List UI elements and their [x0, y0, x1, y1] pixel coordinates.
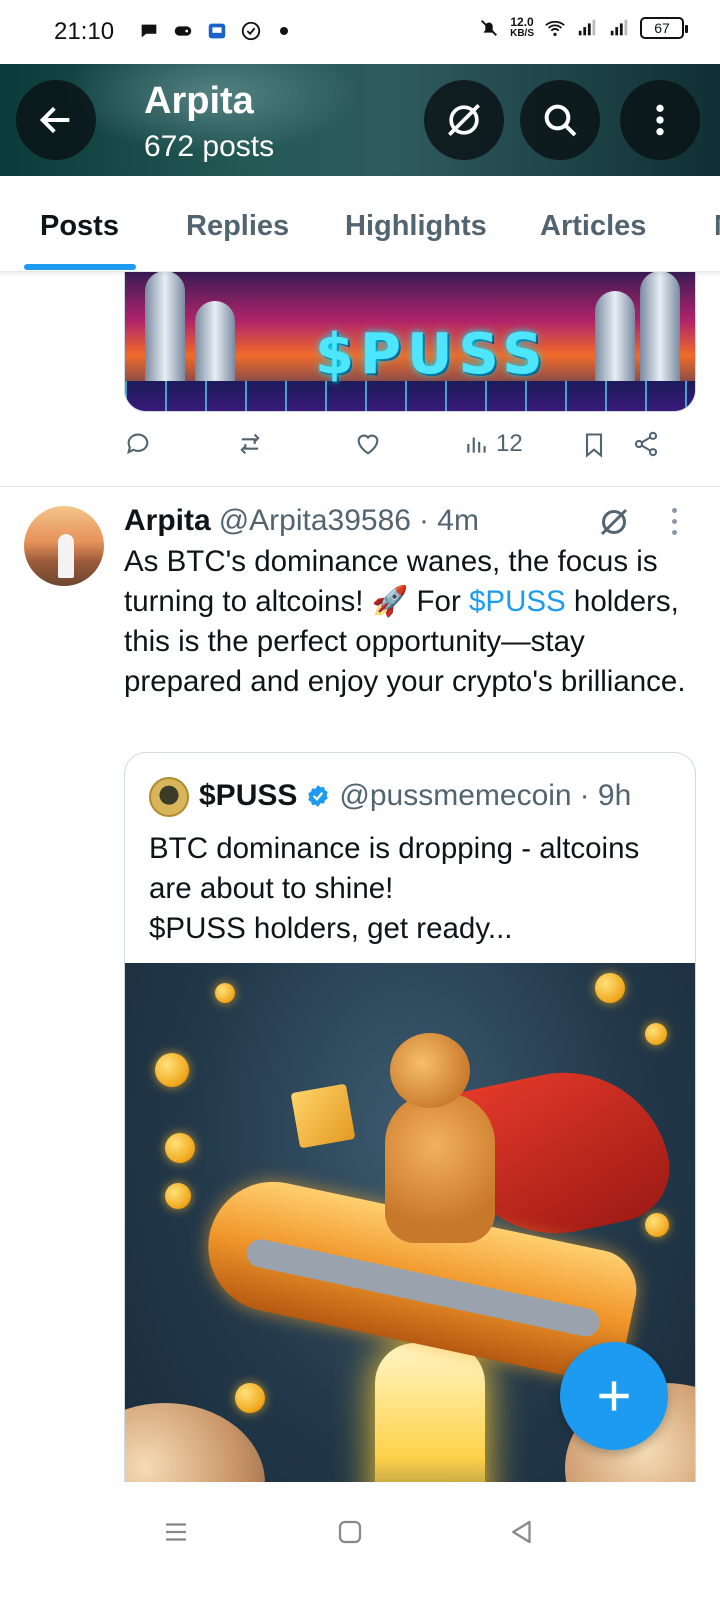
spaceship-band [244, 1236, 602, 1339]
mute-icon [481, 20, 498, 36]
post-text: As BTC's dominance wanes, the focus is t… [124, 542, 694, 702]
coin [595, 973, 625, 1003]
more-dot [672, 530, 677, 535]
coin [165, 1133, 195, 1163]
reply-icon [127, 433, 149, 455]
search-button[interactable] [520, 80, 600, 160]
post-time: · 4m [418, 504, 479, 537]
game-controller-icon [174, 26, 192, 36]
quote-header: $PUSS @pussmemecoin · 9h [199, 779, 631, 813]
views-icon [467, 437, 486, 453]
more-vertical-icon [656, 104, 664, 136]
chat-bubble-icon [141, 24, 157, 38]
previous-post-image[interactable]: $PUSS [124, 272, 696, 412]
status-time: 21:10 [54, 18, 115, 45]
post-count: 672 posts [144, 130, 275, 163]
tab-posts[interactable]: Posts [40, 210, 119, 243]
repost-button[interactable] [234, 430, 266, 458]
network-speed: 12.0 KB/S [510, 16, 534, 40]
like-button[interactable] [354, 430, 382, 458]
heart-icon [357, 434, 379, 455]
cashtag-link[interactable]: $PUSS [469, 585, 566, 618]
menu-icon [166, 1523, 186, 1541]
active-tab-indicator [24, 264, 136, 270]
menu-button[interactable] [156, 1512, 196, 1552]
views-button[interactable]: 12 [464, 430, 523, 458]
post-divider [0, 486, 720, 487]
author-name[interactable]: Arpita [124, 504, 211, 538]
network-speed-value: 12.0 [510, 15, 534, 29]
quote-time: · 9h [579, 779, 632, 812]
share-button[interactable] [632, 430, 660, 458]
profile-name: Arpita [144, 80, 254, 122]
profile-header: Arpita 672 posts [0, 64, 720, 176]
previous-post-actions: 12 [124, 420, 696, 480]
status-right-icons: 12.0 KB/S 67 [478, 16, 688, 40]
more-dot [672, 508, 677, 513]
quote-author-handle: @pussmemecoin [339, 779, 572, 812]
coin [645, 1023, 667, 1045]
avatar-figure [58, 534, 74, 578]
coin [215, 983, 235, 1003]
quote-author-name: $PUSS [199, 779, 298, 812]
grok-icon [448, 104, 480, 136]
grok-post-button[interactable] [596, 504, 632, 545]
more-dot [672, 519, 677, 524]
author-handle[interactable]: @Arpita39586 [219, 504, 411, 538]
cat-head [390, 1033, 470, 1108]
coin [155, 1053, 189, 1087]
system-nav-bar [0, 1482, 720, 1612]
home-square-icon [338, 1520, 362, 1544]
plus-icon [599, 1381, 629, 1411]
back-nav-button[interactable] [502, 1512, 542, 1552]
post-more-button[interactable] [672, 508, 677, 535]
more-button[interactable] [620, 80, 700, 160]
repost-icon [240, 433, 260, 455]
tab-replies[interactable]: Replies [186, 210, 289, 243]
back-triangle-icon [512, 1520, 531, 1544]
bookmark-icon [585, 433, 603, 458]
reply-button[interactable] [124, 430, 152, 458]
share-icon [634, 431, 658, 457]
views-count: 12 [496, 430, 523, 457]
status-left-icons [138, 20, 288, 42]
check-circle-icon [241, 21, 261, 41]
coin [645, 1213, 669, 1237]
quote-text-line1: BTC dominance is dropping - altcoins are… [149, 832, 640, 905]
profile-tabs: Posts Replies Highlights Articles M [0, 176, 720, 272]
signal-icon [610, 19, 628, 36]
coin [165, 1183, 191, 1209]
signal-icon [578, 19, 596, 36]
previous-post-image-text: $PUSS [315, 322, 549, 387]
home-button[interactable] [330, 1512, 370, 1552]
verified-badge-icon [308, 785, 329, 807]
app-badge-icon [208, 23, 226, 39]
search-icon [544, 104, 577, 137]
battery-icon: 67 [640, 17, 688, 39]
wifi-icon [545, 20, 565, 37]
quote-text: BTC dominance is dropping - altcoins are… [149, 829, 679, 949]
network-speed-unit: KB/S [510, 28, 534, 39]
status-bar: 21:10 12.0 KB/S 67 [0, 0, 720, 64]
grok-icon [600, 508, 628, 536]
tab-media[interactable]: M [714, 210, 720, 243]
notification-dot [280, 27, 288, 35]
avatar[interactable] [24, 506, 104, 586]
coin [235, 1383, 265, 1413]
crate [290, 1083, 356, 1149]
tab-articles[interactable]: Articles [540, 210, 646, 243]
cat-body [385, 1093, 495, 1243]
compose-button[interactable] [560, 1342, 668, 1450]
tab-highlights[interactable]: Highlights [345, 210, 487, 243]
back-button[interactable] [16, 80, 96, 160]
bookmark-button[interactable] [580, 430, 608, 460]
post-header: Arpita @Arpita39586 · 4m [124, 504, 479, 538]
quote-text-line2: $PUSS holders, get ready... [149, 912, 513, 945]
quote-avatar [149, 777, 189, 817]
back-icon [39, 106, 70, 134]
grok-button[interactable] [424, 80, 504, 160]
